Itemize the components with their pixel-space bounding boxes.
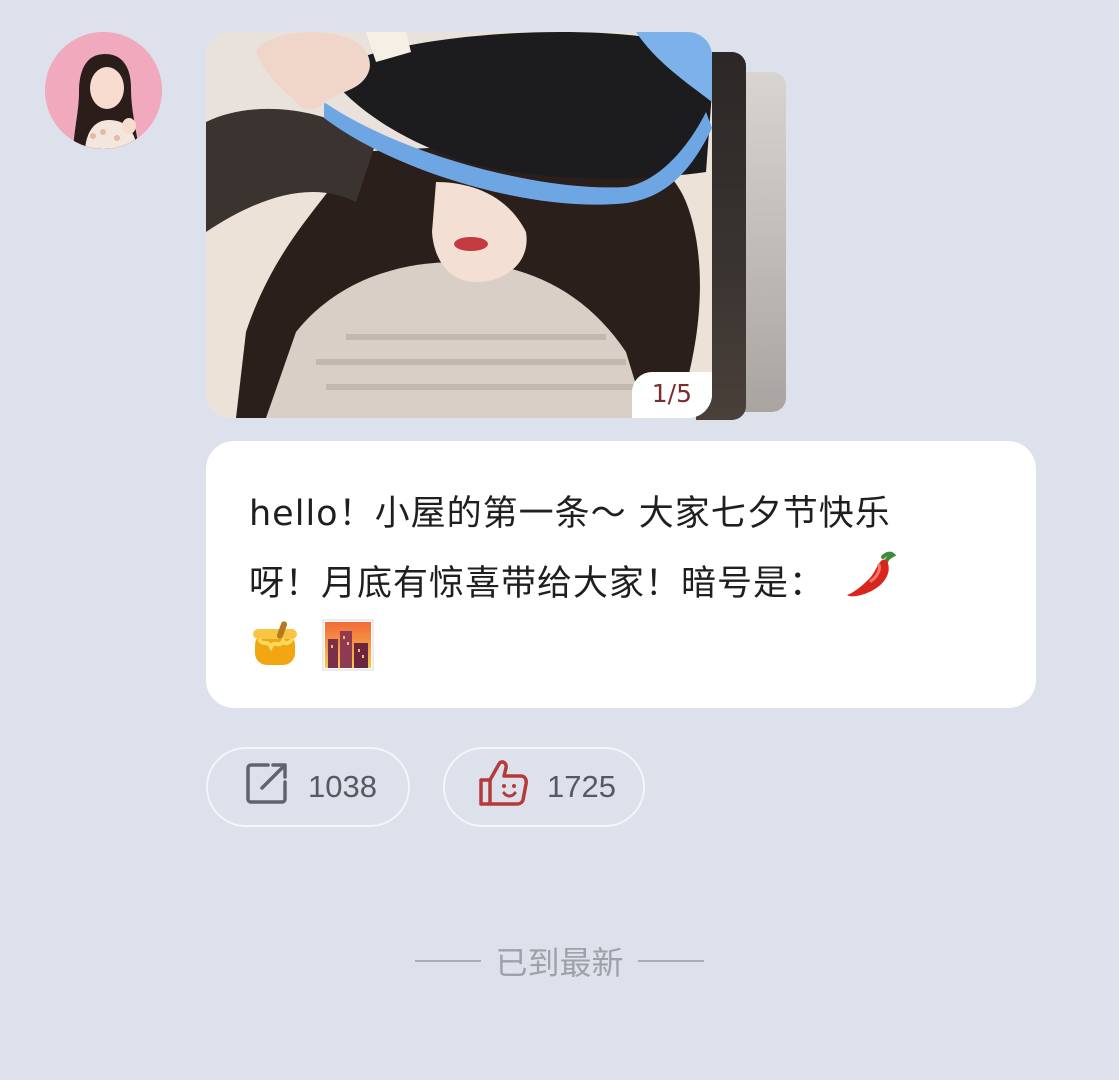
photo-girl-cap [206, 32, 712, 418]
honey-pot-icon [249, 619, 301, 675]
chili-pepper-icon [843, 547, 897, 623]
share-icon [244, 760, 290, 814]
divider-line-left [415, 960, 482, 962]
divider-line-right [637, 960, 704, 962]
share-count: 1038 [308, 769, 377, 804]
post-text-card: hello！小屋的第一条～ 大家七夕节快乐 呀！月底有惊喜带给大家！暗号是： [206, 441, 1036, 708]
emoji-row [249, 619, 996, 675]
photo-carousel[interactable]: 1/5 [206, 32, 786, 422]
share-button[interactable]: 1038 [206, 747, 410, 827]
photo-main[interactable]: 1/5 [206, 32, 712, 418]
author-avatar[interactable] [45, 32, 162, 149]
post-text-line1: hello！小屋的第一条～ 大家七夕节快乐 [249, 494, 891, 534]
post-text: hello！小屋的第一条～ 大家七夕节快乐 呀！月底有惊喜带给大家！暗号是： [249, 481, 996, 623]
like-button[interactable]: 1725 [443, 747, 645, 827]
thumbs-up-icon [477, 758, 529, 816]
end-of-feed-divider: 已到最新 [0, 938, 1119, 984]
image-counter: 1/5 [631, 372, 712, 418]
end-of-feed-label: 已到最新 [495, 944, 624, 982]
city-sunset-icon [322, 619, 374, 675]
post-text-line2: 呀！月底有惊喜带给大家！暗号是： [249, 564, 826, 604]
avatar-portrait [45, 32, 162, 149]
like-count: 1725 [547, 769, 616, 804]
